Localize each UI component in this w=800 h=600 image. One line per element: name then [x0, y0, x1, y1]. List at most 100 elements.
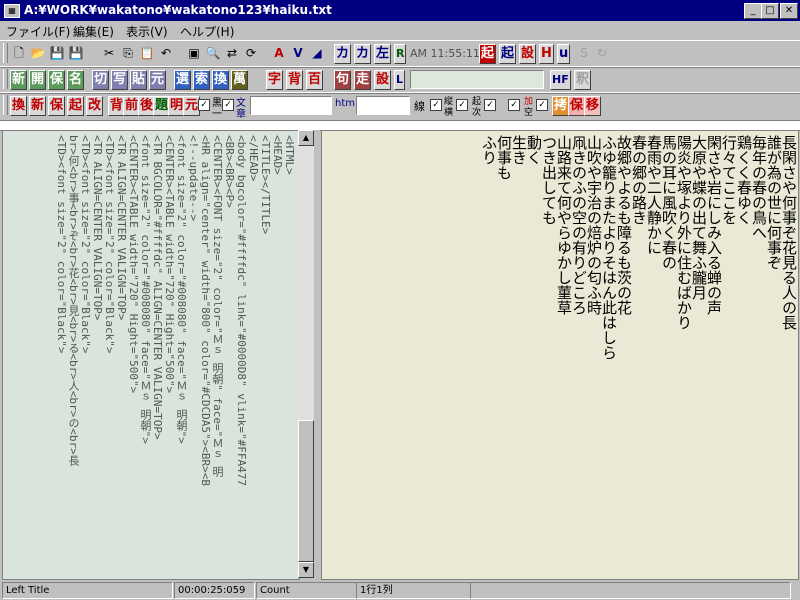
- htm-input[interactable]: [356, 96, 410, 115]
- close-button[interactable]: ✕: [780, 3, 798, 19]
- undo-button[interactable]: 元: [149, 70, 167, 90]
- preview-icon[interactable]: ▣: [185, 44, 203, 62]
- pane-splitter[interactable]: [314, 130, 320, 578]
- start-button-1[interactable]: 起: [479, 44, 497, 64]
- status-bar: Left Title 00:00:25:059 Count 1行1列: [0, 580, 800, 600]
- kanji-button[interactable]: 萬: [231, 70, 249, 90]
- clock-display: AM 11:55:11: [410, 47, 480, 60]
- tsugi-label: 次: [472, 108, 482, 118]
- copy-action-button[interactable]: 拷: [552, 96, 570, 116]
- search-button[interactable]: 索: [193, 70, 211, 90]
- disabled-button-icon: S: [580, 46, 588, 60]
- move-button[interactable]: 移: [584, 96, 602, 116]
- scroll-down-icon[interactable]: ▼: [298, 562, 314, 578]
- background-button[interactable]: 背: [286, 70, 304, 90]
- convert-button[interactable]: 換: [10, 96, 28, 116]
- haiku-text-pane[interactable]: 長閑さや何事ぞ花見る人の長 誰が為の世に何事ぞ 毎年の春の鳥へ 鶏くく春ゆく 行…: [321, 130, 799, 580]
- toolbar-3: 換 新 保 起 改 背 前 後 題 明 元 ✓ 黒 一 ✓ 文 章 htm 線 …: [0, 92, 800, 122]
- scroll-thumb[interactable]: [298, 420, 314, 562]
- triangle-icon[interactable]: ◢: [308, 44, 326, 62]
- add-checkbox[interactable]: ✓: [536, 99, 548, 111]
- one-checkbox[interactable]: ✓: [222, 99, 234, 111]
- cut-icon[interactable]: ✂: [100, 44, 118, 62]
- hf-button[interactable]: HF: [550, 70, 571, 90]
- format-checkbox[interactable]: ✓: [508, 99, 520, 111]
- l-button[interactable]: L: [394, 70, 406, 90]
- open-button[interactable]: 開: [29, 70, 47, 90]
- status-time: 00:00:25:059: [174, 582, 255, 599]
- cut-button[interactable]: 切: [92, 70, 110, 90]
- one-label: 一: [212, 109, 222, 120]
- char-button[interactable]: 字: [266, 70, 284, 90]
- menu-help[interactable]: ヘルプ(H): [180, 23, 234, 40]
- empty-label: 空: [524, 108, 534, 118]
- save-icon[interactable]: 💾: [48, 44, 66, 62]
- start-button-2[interactable]: 起: [499, 44, 517, 64]
- select-button[interactable]: 選: [174, 70, 192, 90]
- new-button[interactable]: 新: [10, 70, 28, 90]
- hundred-button[interactable]: 百: [306, 70, 324, 90]
- paste-icon[interactable]: 📋: [138, 44, 156, 62]
- paste-button[interactable]: 貼: [130, 70, 148, 90]
- vertical-checkbox[interactable]: ✓: [456, 99, 468, 111]
- menu-file[interactable]: ファイル(F): [6, 23, 70, 40]
- bold-checkbox[interactable]: ✓: [198, 99, 210, 111]
- rename-button[interactable]: 名: [67, 70, 85, 90]
- revise-button[interactable]: 改: [86, 96, 104, 116]
- phrase-button[interactable]: 句: [334, 70, 352, 90]
- htm-label: htm: [335, 98, 355, 109]
- note-button[interactable]: 釈: [574, 70, 592, 90]
- new-file-icon[interactable]: 🗋: [10, 44, 28, 62]
- toolbar-2: 新 開 保 名 切 写 貼 元 選 索 換 萬 字 背 百 句 走 設 L HF…: [0, 66, 800, 94]
- h-button[interactable]: H: [539, 44, 554, 64]
- keep-button[interactable]: 保: [568, 96, 586, 116]
- run-button[interactable]: 走: [354, 70, 372, 90]
- save-as-icon[interactable]: 💾: [67, 44, 85, 62]
- menu-view[interactable]: 表示(V): [126, 23, 168, 40]
- haiku-text[interactable]: 長閑さや何事ぞ花見る人の長 誰が為の世に何事ぞ 毎年の春の鳥へ 鶏くく春ゆく 行…: [480, 135, 798, 575]
- save-button[interactable]: 保: [48, 70, 66, 90]
- katakana-button-1[interactable]: カ: [334, 44, 352, 64]
- html-source-text[interactable]: <HTML> <HEAD> <TITLE></TITLE> </HEAD> <b…: [55, 135, 296, 575]
- undo-icon[interactable]: ↶: [157, 44, 175, 62]
- text-input[interactable]: [250, 96, 332, 115]
- status-hint: Left Title: [2, 582, 173, 599]
- html-source-pane[interactable]: <HTML> <HEAD> <TITLE></TITLE> </HEAD> <b…: [2, 130, 300, 580]
- copy-button[interactable]: 写: [111, 70, 129, 90]
- scroll-up-icon[interactable]: ▲: [298, 130, 314, 146]
- kigou-checkbox[interactable]: ✓: [484, 99, 496, 111]
- app-icon[interactable]: ▦: [4, 4, 20, 18]
- refresh-icon[interactable]: ⟳: [242, 44, 260, 62]
- maximize-button[interactable]: □: [761, 3, 779, 19]
- copy-icon[interactable]: ⎘: [119, 44, 137, 62]
- menu-edit[interactable]: 編集(E): [73, 23, 114, 40]
- vertical-text-icon[interactable]: V: [289, 44, 307, 62]
- line-checkbox[interactable]: ✓: [430, 99, 442, 111]
- disabled-redo-icon: ↻: [596, 46, 608, 60]
- new-button-2[interactable]: 新: [29, 96, 47, 116]
- start-button-3[interactable]: 起: [67, 96, 85, 116]
- align-left-button[interactable]: 左: [374, 44, 392, 64]
- find-icon[interactable]: 🔍: [204, 44, 222, 62]
- katakana-button-2[interactable]: カ: [354, 44, 372, 64]
- save-button-2[interactable]: 保: [48, 96, 66, 116]
- status-count: Count: [256, 582, 357, 599]
- left-scrollbar[interactable]: ▲ ▼: [298, 130, 314, 578]
- title-field[interactable]: [410, 70, 544, 89]
- settings-button[interactable]: 設: [519, 44, 537, 64]
- toolbar-grip[interactable]: [3, 95, 8, 115]
- toolbar-grip[interactable]: [3, 43, 8, 63]
- window-title: A:¥WORK¥wakatono¥wakatono123¥haiku.txt: [24, 3, 332, 17]
- toolbar-grip[interactable]: [3, 69, 8, 89]
- replace-button[interactable]: 換: [212, 70, 230, 90]
- chapter-label: 章: [236, 109, 246, 120]
- font-color-icon[interactable]: A: [270, 44, 288, 62]
- replace-icon[interactable]: ⇄: [223, 44, 241, 62]
- minimize-button[interactable]: _: [744, 3, 762, 19]
- setting-button[interactable]: 設: [374, 70, 392, 90]
- u-button[interactable]: u: [557, 44, 571, 64]
- menu-bar: ファイル(F) 編集(E) 表示(V) ヘルプ(H): [0, 21, 800, 40]
- open-folder-icon[interactable]: 📂: [29, 44, 47, 62]
- horizontal-label: 横: [444, 108, 454, 118]
- r-button[interactable]: R: [394, 44, 407, 64]
